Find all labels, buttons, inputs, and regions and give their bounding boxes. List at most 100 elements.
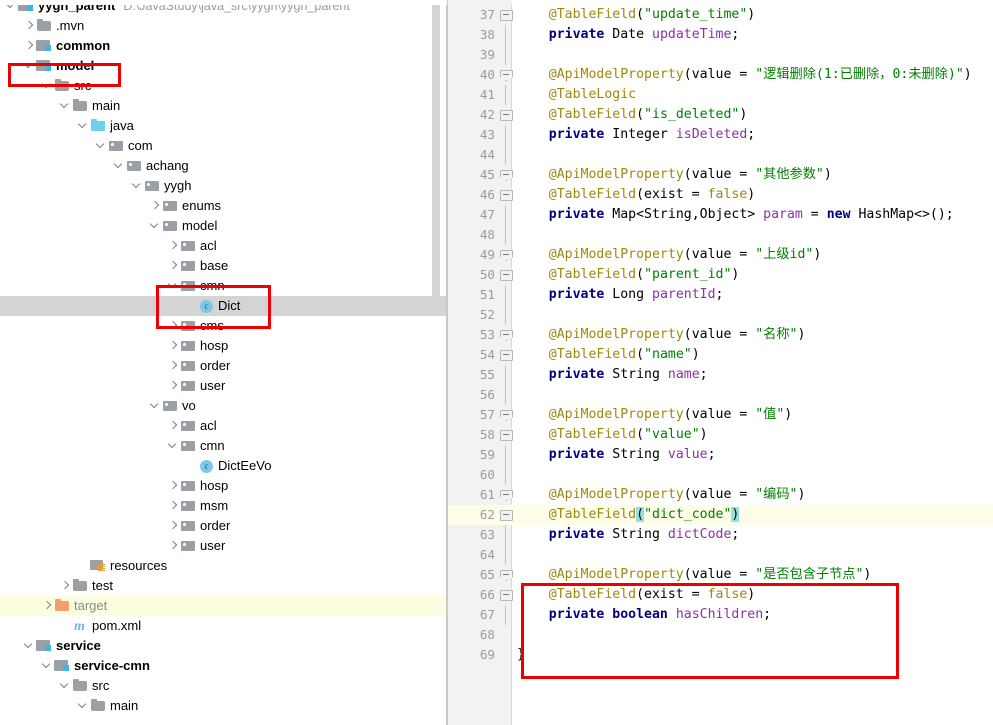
code-line[interactable]: 63 private String dictCode; [447, 525, 993, 545]
chevron-down-icon[interactable] [78, 696, 89, 716]
chevron-right-icon[interactable] [42, 596, 53, 616]
code-line[interactable]: 37 @TableField("update_time") [447, 5, 993, 25]
project-tree-scrollbar[interactable] [432, 0, 440, 306]
code-line[interactable]: 50 @TableField("parent_id") [447, 265, 993, 285]
tree-row-yygh-parent[interactable]: yygh_parent D:\JavaStudy\java_src\yygh\yy… [0, 0, 447, 16]
code-line[interactable]: 54 @TableField("name") [447, 345, 993, 365]
chevron-down-icon[interactable] [24, 636, 35, 656]
chevron-down-icon[interactable] [96, 136, 107, 156]
tree-row-achang[interactable]: achang [0, 156, 447, 176]
fold-end-icon[interactable] [499, 505, 513, 525]
tree-row-dict[interactable]: Dict [0, 296, 447, 316]
code-lines[interactable]: 36 @ApiModelProperty(value = "更新时间")37 @… [447, 0, 993, 710]
tree-row-service[interactable]: service [0, 636, 447, 656]
chevron-right-icon[interactable] [168, 256, 179, 276]
code-line[interactable]: 39 [447, 45, 993, 65]
chevron-right-icon[interactable] [168, 516, 179, 536]
fold-end-icon[interactable] [499, 425, 513, 445]
code-editor[interactable]: 36 @ApiModelProperty(value = "更新时间")37 @… [447, 0, 993, 725]
chevron-right-icon[interactable] [168, 236, 179, 256]
chevron-right-icon[interactable] [168, 416, 179, 436]
fold-end-icon[interactable] [499, 105, 513, 125]
tree-row-order[interactable]: order [0, 516, 447, 536]
fold-end-icon[interactable] [499, 185, 513, 205]
chevron-down-icon[interactable] [114, 156, 125, 176]
code-line[interactable]: 40 @ApiModelProperty(value = "逻辑删除(1:已删除… [447, 65, 993, 85]
project-tool-window[interactable]: yygh_parent D:\JavaStudy\java_src\yygh\yy… [0, 0, 447, 725]
chevron-down-icon[interactable] [24, 56, 35, 76]
tree-row-hosp[interactable]: hosp [0, 336, 447, 356]
tree-row-cms[interactable]: cms [0, 316, 447, 336]
tree-row-acl[interactable]: acl [0, 236, 447, 256]
code-line[interactable]: 64 [447, 545, 993, 565]
tree-row-vo[interactable]: vo [0, 396, 447, 416]
code-line[interactable]: 45 @ApiModelProperty(value = "其他参数") [447, 165, 993, 185]
chevron-right-icon[interactable] [168, 496, 179, 516]
chevron-right-icon[interactable] [168, 376, 179, 396]
code-line[interactable]: 46 @TableField(exist = false) [447, 185, 993, 205]
code-line[interactable]: 59 private String value; [447, 445, 993, 465]
code-line[interactable]: 49 @ApiModelProperty(value = "上级id") [447, 245, 993, 265]
fold-start-icon[interactable] [499, 565, 513, 585]
fold-start-icon[interactable] [499, 245, 513, 265]
fold-end-icon[interactable] [499, 265, 513, 285]
tree-row-base[interactable]: base [0, 256, 447, 276]
tree-row-resources[interactable]: resources [0, 556, 447, 576]
code-line[interactable]: 62 @TableField("dict_code") [447, 505, 993, 525]
chevron-down-icon[interactable] [168, 436, 179, 456]
chevron-right-icon[interactable] [168, 336, 179, 356]
chevron-down-icon[interactable] [78, 116, 89, 136]
tree-row-com[interactable]: com [0, 136, 447, 156]
fold-start-icon[interactable] [499, 485, 513, 505]
tree-row-main[interactable]: main [0, 696, 447, 716]
chevron-right-icon[interactable] [24, 36, 35, 56]
tree-row-src[interactable]: src [0, 676, 447, 696]
chevron-right-icon[interactable] [168, 316, 179, 336]
tree-row-user[interactable]: user [0, 536, 447, 556]
tree-row-cmn[interactable]: cmn [0, 276, 447, 296]
fold-end-icon[interactable] [499, 5, 513, 25]
tree-row-model[interactable]: model [0, 56, 447, 76]
chevron-down-icon[interactable] [132, 176, 143, 196]
tree-row-java[interactable]: java [0, 116, 447, 136]
chevron-down-icon[interactable] [42, 76, 53, 96]
tree-row-main[interactable]: main [0, 96, 447, 116]
code-line[interactable]: 53 @ApiModelProperty(value = "名称") [447, 325, 993, 345]
code-line[interactable]: 55 private String name; [447, 365, 993, 385]
chevron-right-icon[interactable] [150, 196, 161, 216]
code-line[interactable]: 47 private Map<String,Object> param = ne… [447, 205, 993, 225]
fold-start-icon[interactable] [499, 325, 513, 345]
code-line[interactable]: 42 @TableField("is_deleted") [447, 105, 993, 125]
code-line[interactable]: 65 @ApiModelProperty(value = "是否包含子节点") [447, 565, 993, 585]
tree-row-hosp[interactable]: hosp [0, 476, 447, 496]
tree-row-common[interactable]: common [0, 36, 447, 56]
code-line[interactable]: 44 [447, 145, 993, 165]
code-line[interactable]: 58 @TableField("value") [447, 425, 993, 445]
chevron-right-icon[interactable] [24, 16, 35, 36]
chevron-down-icon[interactable] [150, 216, 161, 236]
tree-row-model[interactable]: model [0, 216, 447, 236]
tree-row-msm[interactable]: msm [0, 496, 447, 516]
code-line[interactable]: 48 [447, 225, 993, 245]
code-line[interactable]: 52 [447, 305, 993, 325]
code-line[interactable]: 41 @TableLogic [447, 85, 993, 105]
tree-row-service-cmn[interactable]: service-cmn [0, 656, 447, 676]
tree-row-enums[interactable]: enums [0, 196, 447, 216]
fold-end-icon[interactable] [499, 585, 513, 605]
tree-row-target[interactable]: target [0, 596, 447, 616]
fold-start-icon[interactable] [499, 165, 513, 185]
code-line[interactable]: 60 [447, 465, 993, 485]
chevron-right-icon[interactable] [168, 536, 179, 556]
code-line[interactable]: 56 [447, 385, 993, 405]
tree-row--mvn[interactable]: .mvn [0, 16, 447, 36]
code-line[interactable]: 69} [447, 645, 993, 665]
code-line[interactable]: 51 private Long parentId; [447, 285, 993, 305]
tree-row-acl[interactable]: acl [0, 416, 447, 436]
code-line[interactable]: 57 @ApiModelProperty(value = "值") [447, 405, 993, 425]
chevron-down-icon[interactable] [150, 396, 161, 416]
code-line[interactable]: 67 private boolean hasChildren; [447, 605, 993, 625]
tree-row-src[interactable]: src [0, 76, 447, 96]
code-line[interactable]: 66 @TableField(exist = false) [447, 585, 993, 605]
tree-row-dicteevo[interactable]: DictEeVo [0, 456, 447, 476]
chevron-down-icon[interactable] [168, 276, 179, 296]
